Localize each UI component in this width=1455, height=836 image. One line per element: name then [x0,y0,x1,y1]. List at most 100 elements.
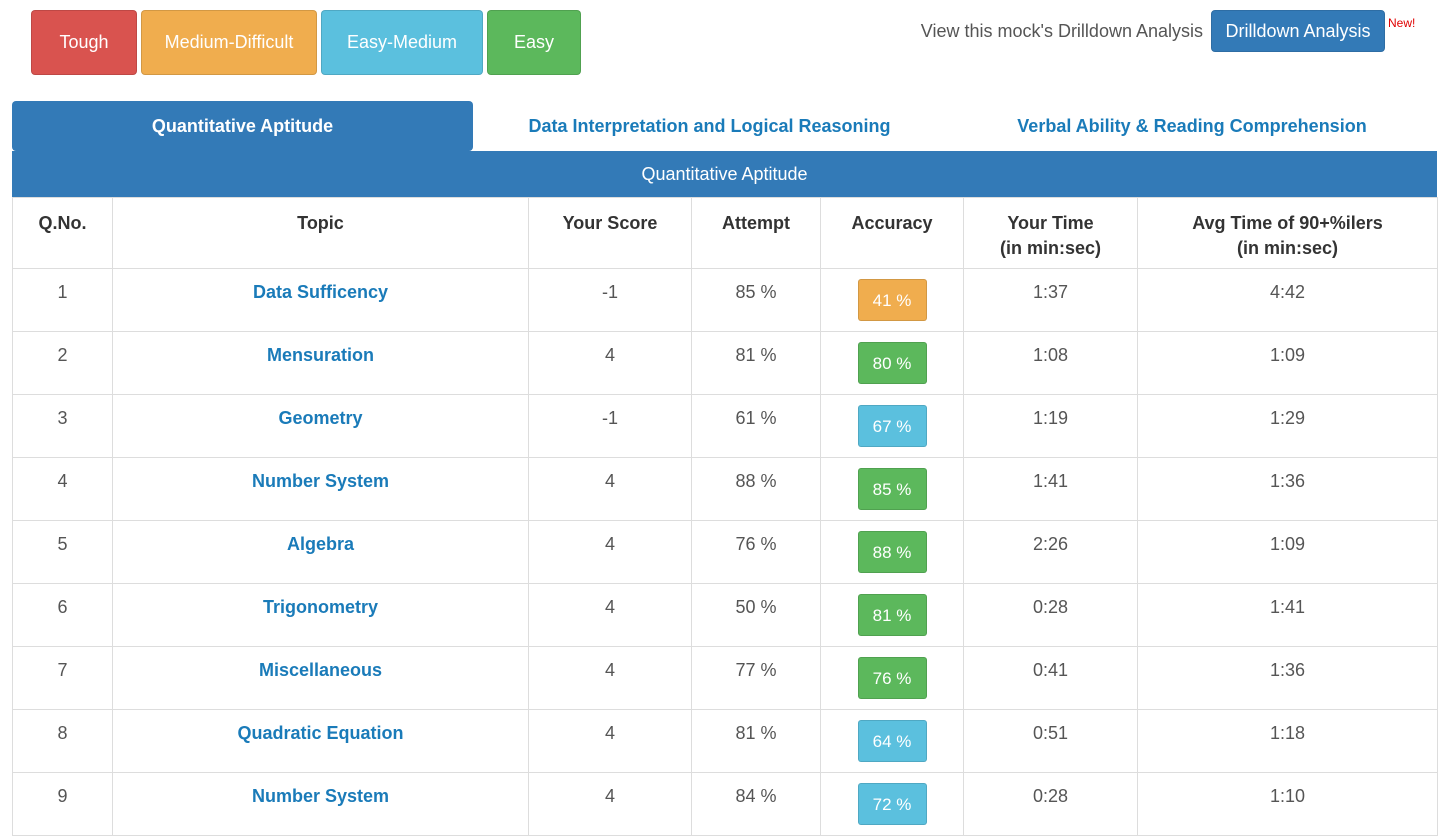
attempt-cell: 76 % [691,520,821,584]
accuracy-cell: 64 % [820,709,964,773]
score-cell: 4 [528,583,692,647]
topic-link[interactable]: Data Sufficency [112,268,529,332]
accuracy-badge: 67 % [857,405,927,447]
score-cell: 4 [528,646,692,710]
attempt-cell: 84 % [691,772,821,836]
topic-link[interactable]: Algebra [112,520,529,584]
attempt-cell: 88 % [691,457,821,521]
drilldown-analysis-button[interactable]: Drilldown Analysis [1211,10,1385,52]
topic-link[interactable]: Trigonometry [112,583,529,647]
avg-time-cell: 1:41 [1137,583,1438,647]
tab-quantitative-aptitude[interactable]: Quantitative Aptitude [12,101,473,151]
legend-easy-button[interactable]: Easy [487,10,581,75]
column-header-attempt: Attempt [691,197,821,269]
topic-link[interactable]: Mensuration [112,331,529,395]
your-time-cell: 0:28 [963,583,1138,647]
legend-medium-difficult-button[interactable]: Medium-Difficult [141,10,317,75]
qno-cell: 7 [12,646,113,710]
table-row: 9 Number System 4 84 % 72 % 0:28 1:10 [12,772,1438,836]
accuracy-badge: 64 % [857,720,927,762]
topic-link[interactable]: Geometry [112,394,529,458]
avg-time-cell: 1:09 [1137,520,1438,584]
avg-time-cell: 1:18 [1137,709,1438,773]
accuracy-cell: 41 % [820,268,964,332]
your-time-cell: 0:28 [963,772,1138,836]
column-header-qno: Q.No. [12,197,113,269]
legend-tough-button[interactable]: Tough [31,10,137,75]
avg-time-cell: 1:36 [1137,646,1438,710]
accuracy-badge: 76 % [857,657,927,699]
accuracy-badge: 41 % [857,279,927,321]
your-time-cell: 1:41 [963,457,1138,521]
score-cell: -1 [528,268,692,332]
table-row: 3 Geometry -1 61 % 67 % 1:19 1:29 [12,394,1438,458]
qno-cell: 8 [12,709,113,773]
accuracy-badge: 81 % [857,594,927,636]
table-row: 8 Quadratic Equation 4 81 % 64 % 0:51 1:… [12,709,1438,773]
qno-cell: 3 [12,394,113,458]
avg-time-unit: (in min:sec) [1236,238,1338,258]
topic-link[interactable]: Quadratic Equation [112,709,529,773]
accuracy-cell: 67 % [820,394,964,458]
avg-time-cell: 1:09 [1137,331,1438,395]
score-cell: 4 [528,520,692,584]
attempt-cell: 85 % [691,268,821,332]
score-cell: 4 [528,457,692,521]
attempt-cell: 50 % [691,583,821,647]
accuracy-badge: 88 % [857,531,927,573]
qno-cell: 1 [12,268,113,332]
your-time-cell: 1:19 [963,394,1138,458]
tab-data-interpretation[interactable]: Data Interpretation and Logical Reasonin… [477,101,942,151]
accuracy-cell: 81 % [820,583,964,647]
question-table-panel: Quantitative Aptitude Q.No. Topic Your S… [12,151,1438,836]
table-row: 2 Mensuration 4 81 % 80 % 1:08 1:09 [12,331,1438,395]
avg-time-title: Avg Time of 90+%ilers [1192,213,1383,233]
table-row: 1 Data Sufficency -1 85 % 41 % 1:37 4:42 [12,268,1438,332]
section-tabs: Quantitative Aptitude Data Interpretatio… [12,101,1437,151]
column-header-accuracy: Accuracy [820,197,964,269]
table-row: 5 Algebra 4 76 % 88 % 2:26 1:09 [12,520,1438,584]
score-cell: 4 [528,331,692,395]
table-row: 4 Number System 4 88 % 85 % 1:41 1:36 [12,457,1438,521]
accuracy-cell: 85 % [820,457,964,521]
qno-cell: 2 [12,331,113,395]
question-table: Q.No. Topic Your Score Attempt Accuracy … [12,197,1438,836]
column-header-your-time: Your Time (in min:sec) [963,197,1138,269]
table-row: 7 Miscellaneous 4 77 % 76 % 0:41 1:36 [12,646,1438,710]
accuracy-badge: 72 % [857,783,927,825]
section-title: Quantitative Aptitude [12,151,1437,197]
accuracy-badge: 85 % [857,468,927,510]
your-time-cell: 1:37 [963,268,1138,332]
your-time-cell: 1:08 [963,331,1138,395]
column-header-avg-time: Avg Time of 90+%ilers (in min:sec) [1137,197,1438,269]
tab-verbal-ability[interactable]: Verbal Ability & Reading Comprehension [942,101,1442,151]
score-cell: 4 [528,772,692,836]
score-cell: 4 [528,709,692,773]
qno-cell: 5 [12,520,113,584]
column-header-topic: Topic [112,197,529,269]
legend-easy-medium-button[interactable]: Easy-Medium [321,10,483,75]
accuracy-cell: 76 % [820,646,964,710]
accuracy-cell: 80 % [820,331,964,395]
topic-link[interactable]: Miscellaneous [112,646,529,710]
topic-link[interactable]: Number System [112,457,529,521]
attempt-cell: 81 % [691,331,821,395]
your-time-cell: 0:41 [963,646,1138,710]
your-time-cell: 0:51 [963,709,1138,773]
avg-time-cell: 1:29 [1137,394,1438,458]
drilldown-label: View this mock's Drilldown Analysis [920,21,1203,41]
qno-cell: 4 [12,457,113,521]
attempt-cell: 77 % [691,646,821,710]
attempt-cell: 81 % [691,709,821,773]
your-time-unit: (in min:sec) [999,238,1101,258]
table-row: 6 Trigonometry 4 50 % 81 % 0:28 1:41 [12,583,1438,647]
score-cell: -1 [528,394,692,458]
attempt-cell: 61 % [691,394,821,458]
your-time-cell: 2:26 [963,520,1138,584]
accuracy-cell: 88 % [820,520,964,584]
avg-time-cell: 4:42 [1137,268,1438,332]
column-header-score: Your Score [528,197,692,269]
your-time-title: Your Time [1007,213,1094,233]
topic-link[interactable]: Number System [112,772,529,836]
accuracy-badge: 80 % [857,342,927,384]
